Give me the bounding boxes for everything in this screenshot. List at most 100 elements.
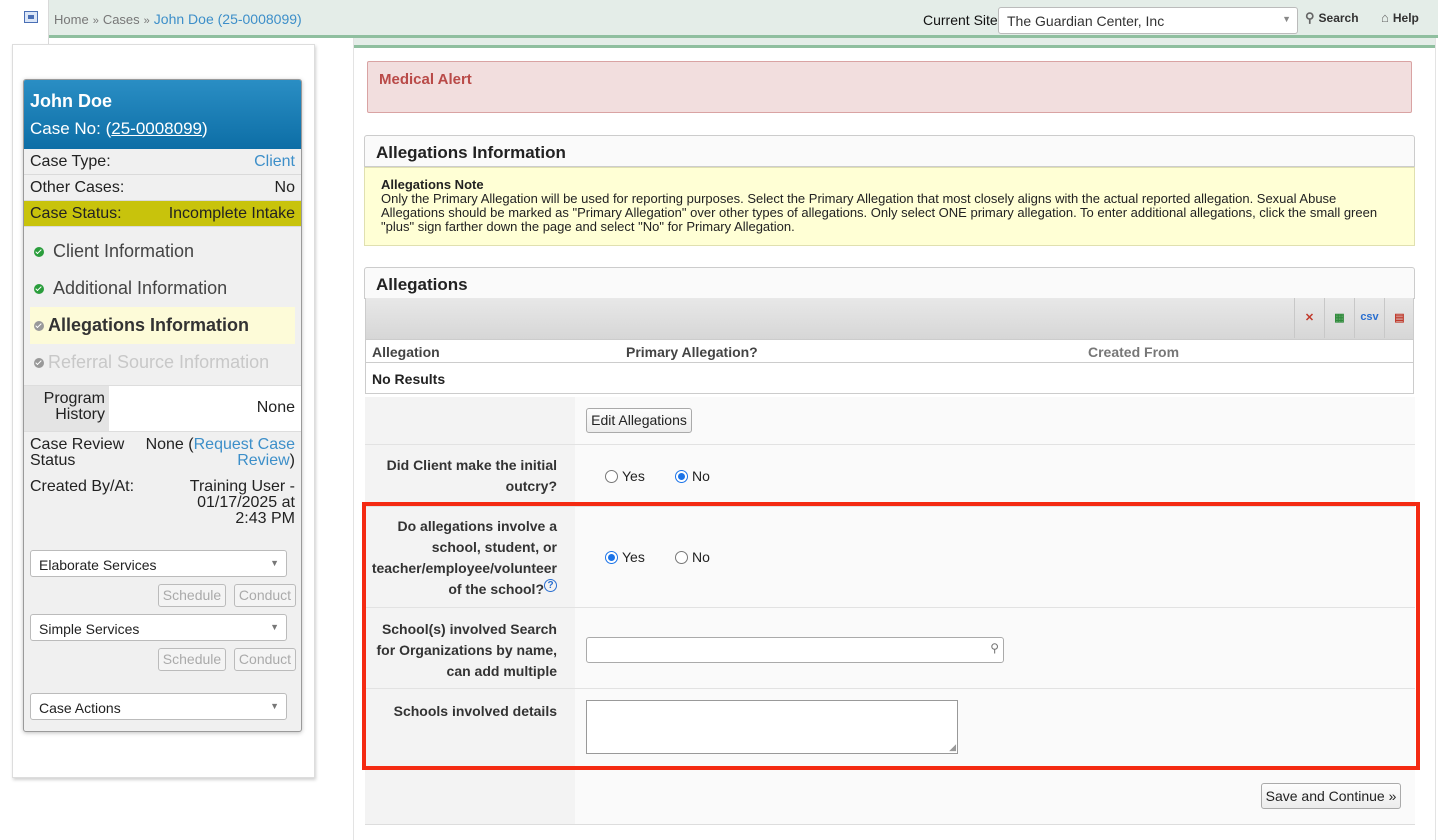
case-review-suffix: ): [289, 452, 295, 469]
check-circle-icon: [34, 320, 44, 331]
edit-allegations-row: Edit Allegations: [365, 397, 1415, 445]
save-row: Save and Continue »: [365, 769, 1415, 825]
case-number: Case No: (25-0008099): [30, 119, 295, 139]
program-history-value: None: [109, 386, 301, 431]
request-case-review-link[interactable]: Request Case Review: [194, 436, 295, 469]
check-circle-icon: [34, 246, 44, 257]
case-number-label: Case No: (: [30, 119, 112, 138]
case-number-link[interactable]: 25-0008099: [111, 119, 202, 138]
excel-export-icon[interactable]: ▦: [1324, 298, 1354, 338]
column-created-from[interactable]: Created From: [1088, 344, 1179, 360]
case-status-value: Incomplete Intake: [168, 204, 295, 222]
created-label: Created By/At:: [30, 478, 135, 495]
case-review-row: Case Review Status None (Request Case Re…: [24, 432, 301, 469]
check-circle-icon: [34, 283, 44, 294]
outcry-yes-radio[interactable]: Yes: [605, 468, 645, 484]
search-label: Search: [1318, 11, 1359, 25]
edit-allegations-field: Edit Allegations: [575, 397, 1415, 444]
radio-button-icon: [675, 469, 688, 483]
allegations-note-text: Only the Primary Allegation will be used…: [381, 191, 1378, 234]
outcry-label: Did Client make the initial outcry?: [365, 445, 575, 506]
nav-item-label: Client Information: [53, 241, 195, 261]
chevron-down-icon: ▼: [1282, 14, 1291, 24]
current-site-select[interactable]: The Guardian Center, Inc ▼: [998, 7, 1298, 34]
program-history-row: Program History None: [24, 385, 301, 432]
simple-services-select[interactable]: Simple Services ▼: [30, 614, 287, 641]
csv-export-icon[interactable]: csv: [1354, 298, 1384, 338]
outcry-yes-label: Yes: [622, 468, 645, 484]
program-history-label: Program History: [24, 386, 109, 431]
outcry-field: Yes No: [575, 445, 1415, 506]
help-button[interactable]: ⌂ Help: [1381, 10, 1419, 25]
grid-header: Allegation Primary Allegation? Created F…: [365, 339, 1414, 363]
save-label-cell: [365, 769, 575, 824]
nav-item-label: Allegations Information: [48, 315, 250, 335]
home-button[interactable]: [13, 0, 49, 45]
created-value: Training User - 01/17/2025 at 2:43 PM: [189, 478, 295, 527]
nav-item-referral-source-information: Referral Source Information: [30, 344, 295, 381]
breadcrumb-current[interactable]: John Doe (25-0008099): [154, 11, 302, 27]
search-button[interactable]: ⚲ Search: [1305, 10, 1359, 26]
chevron-down-icon: ▼: [270, 622, 279, 632]
current-site-label: Current Site: [923, 12, 998, 28]
case-status-row: Case Status: Incomplete Intake: [24, 201, 301, 227]
nav-item-client-information[interactable]: Client Information: [30, 233, 295, 270]
breadcrumb-separator: »: [143, 15, 150, 27]
simple-schedule-button[interactable]: Schedule: [158, 648, 226, 671]
medical-alert: Medical Alert: [367, 61, 1412, 113]
other-cases-row: Other Cases: No: [24, 175, 301, 201]
case-header: John Doe Case No: (25-0008099): [24, 80, 301, 149]
edit-allegations-label-cell: [365, 397, 575, 444]
case-section-nav: Client Information Additional Informatio…: [24, 227, 301, 381]
column-primary-allegation[interactable]: Primary Allegation?: [626, 344, 758, 360]
client-name: John Doe: [30, 91, 113, 111]
other-cases-value: No: [274, 178, 295, 196]
nav-item-allegations-information[interactable]: Allegations Information: [30, 307, 295, 344]
breadcrumb-home[interactable]: Home: [54, 12, 89, 27]
case-review-prefix: None (: [145, 436, 194, 453]
case-type-label: Case Type:: [30, 152, 111, 170]
save-and-continue-button[interactable]: Save and Continue »: [1261, 783, 1401, 809]
breadcrumb-separator: »: [92, 15, 99, 27]
help-bell-icon: ⌂: [1381, 10, 1389, 25]
case-review-value: None (Request Case Review): [145, 437, 295, 469]
radio-button-icon: [605, 469, 618, 483]
outcry-row: Did Client make the initial outcry? Yes …: [365, 445, 1415, 507]
elaborate-schedule-button[interactable]: Schedule: [158, 584, 226, 607]
search-icon: ⚲: [1305, 10, 1315, 25]
case-number-close: ): [202, 119, 208, 138]
breadcrumb: Home» Cases» John Doe (25-0008099): [54, 11, 302, 27]
simple-services-value: Simple Services: [39, 621, 140, 637]
outcry-no-label: No: [692, 468, 710, 484]
clear-filter-icon[interactable]: ✕: [1294, 298, 1324, 338]
case-actions-value: Case Actions: [39, 700, 121, 716]
pdf-export-icon[interactable]: ▤: [1384, 298, 1414, 338]
case-status-label: Case Status:: [30, 204, 122, 222]
edit-allegations-button[interactable]: Edit Allegations: [586, 408, 692, 433]
chevron-down-icon: ▼: [270, 701, 279, 711]
elaborate-services-select[interactable]: Elaborate Services ▼: [30, 550, 287, 577]
column-allegation[interactable]: Allegation: [372, 344, 440, 360]
other-cases-label: Other Cases:: [30, 178, 125, 196]
case-actions-select[interactable]: Case Actions ▼: [30, 693, 287, 720]
grid-empty-row: No Results: [365, 363, 1414, 394]
chevron-down-icon: ▼: [270, 558, 279, 568]
grid-toolbar: ✕ ▦ csv ▤: [365, 298, 1414, 340]
case-type-link[interactable]: Client: [254, 153, 295, 171]
breadcrumb-cases[interactable]: Cases: [103, 12, 140, 27]
created-row: Created By/At: Training User - 01/17/202…: [24, 469, 301, 527]
elaborate-conduct-button[interactable]: Conduct: [234, 584, 296, 607]
allegations-title: Allegations: [364, 267, 1415, 299]
elaborate-services-value: Elaborate Services: [39, 557, 157, 573]
home-icon: [24, 11, 38, 23]
help-label: Help: [1392, 11, 1419, 25]
check-circle-icon: [34, 357, 44, 368]
allegations-note-title: Allegations Note: [381, 177, 484, 192]
outcry-no-radio[interactable]: No: [675, 468, 710, 484]
case-type-row: Case Type: Client: [24, 149, 301, 175]
simple-conduct-button[interactable]: Conduct: [234, 648, 296, 671]
top-bar: Home» Cases» John Doe (25-0008099) Current…: [13, 0, 1438, 45]
current-site-value: The Guardian Center, Inc: [1007, 13, 1165, 29]
nav-item-label: Referral Source Information: [48, 352, 270, 372]
nav-item-additional-information[interactable]: Additional Information: [30, 270, 295, 307]
